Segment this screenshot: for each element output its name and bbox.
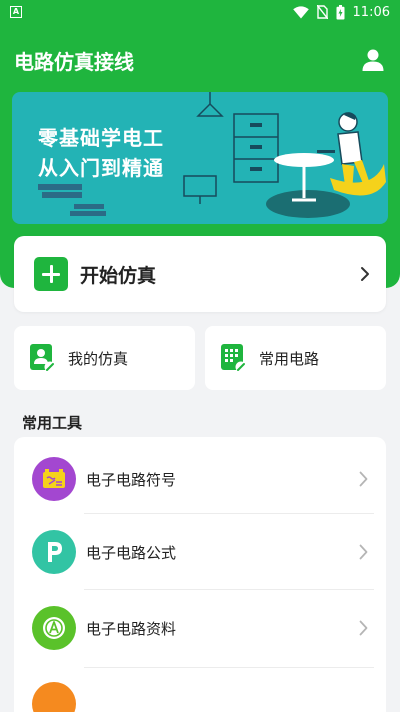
chevron-right-icon: [359, 544, 368, 560]
tools-list: 电子电路符号 电子电路公式 电子电路资料: [14, 437, 386, 712]
no-sim-icon: [316, 5, 328, 19]
circuit-formulas-label: 电子电路公式: [86, 543, 177, 562]
my-simulation-tile[interactable]: 我的仿真: [14, 326, 195, 390]
status-time: 11:06: [352, 4, 390, 20]
circuit-symbols-label: 电子电路符号: [86, 470, 177, 489]
list-item-circuit-formulas[interactable]: 电子电路公式: [14, 513, 386, 591]
chevron-right-icon: [359, 620, 368, 636]
a-notification-icon: A: [10, 6, 22, 18]
chevron-right-icon: [359, 471, 368, 487]
start-simulation-label: 开始仿真: [80, 264, 157, 287]
common-circuit-tile[interactable]: 常用电路: [205, 326, 386, 390]
my-simulation-icon: [30, 344, 56, 373]
app-header: 电路仿真接线: [0, 24, 400, 96]
tools-section-title: 常用工具: [22, 414, 83, 432]
circuit-materials-label: 电子电路资料: [86, 619, 177, 638]
app-title: 电路仿真接线: [14, 49, 134, 74]
list-item-circuit-symbols[interactable]: 电子电路符号: [14, 440, 386, 518]
my-simulation-label: 我的仿真: [68, 349, 129, 368]
plus-icon: [34, 257, 68, 291]
quick-tiles: 我的仿真 常用电路: [14, 326, 386, 390]
status-bar: A 11:06: [0, 0, 400, 24]
formula-p-icon: [32, 530, 76, 574]
wifi-icon: [292, 5, 309, 18]
common-circuit-icon: [221, 344, 247, 373]
banner-headline-1: 零基础学电工: [38, 126, 164, 150]
start-simulation-button[interactable]: 开始仿真: [14, 236, 386, 312]
promo-banner[interactable]: 零基础学电工 从入门到精通: [12, 92, 388, 224]
banner-headline-2: 从入门到精通: [38, 156, 164, 180]
circuit-symbol-icon: [32, 457, 76, 501]
user-icon[interactable]: [360, 47, 386, 73]
list-item-circuit-materials[interactable]: 电子电路资料: [14, 589, 386, 667]
orange-tool-icon: [32, 682, 76, 712]
list-item-orange-tool[interactable]: [14, 665, 386, 712]
document-a-icon: [32, 606, 76, 650]
chevron-right-icon: [361, 267, 369, 281]
battery-charging-icon: [336, 4, 345, 19]
common-circuit-label: 常用电路: [259, 349, 320, 368]
